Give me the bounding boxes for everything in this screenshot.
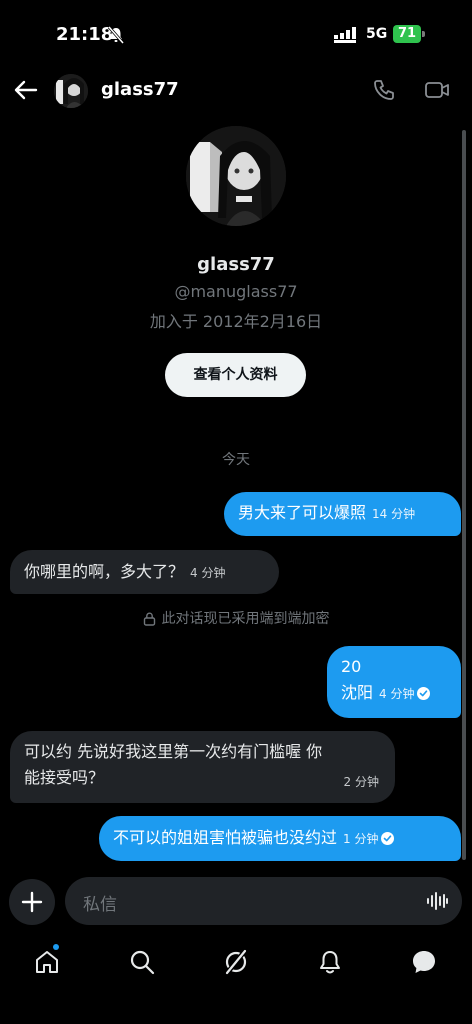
message-time: 1 分钟 (343, 831, 379, 846)
back-arrow-icon[interactable] (12, 76, 40, 104)
add-attachment-button[interactable] (9, 879, 55, 925)
view-profile-button[interactable]: 查看个人资料 (165, 353, 306, 397)
messages-icon[interactable] (410, 948, 438, 976)
scrollbar[interactable] (462, 130, 466, 860)
message-input[interactable]: 私信 (65, 877, 462, 925)
read-check-icon (417, 687, 431, 700)
avatar-image (186, 126, 286, 226)
avatar-image (54, 74, 88, 108)
status-time: 21:18 (56, 24, 114, 45)
message-time: 4 分钟 (379, 686, 415, 701)
message-text: 你哪里的啊，多大了？ (24, 562, 185, 581)
message-bubble-outgoing[interactable]: 不可以的姐姐害怕被骗也没约过 1 分钟 (99, 816, 461, 861)
message-text-line: 能接受吗？ (24, 768, 105, 787)
read-check-icon (381, 832, 395, 845)
message-bubble-incoming[interactable]: 你哪里的啊，多大了？ 4 分钟 (10, 550, 279, 594)
message-time: 4 分钟 (190, 565, 226, 580)
header-avatar[interactable] (54, 74, 88, 108)
message-bubble-outgoing[interactable]: 20 沈阳 4 分钟 (327, 646, 461, 718)
message-text: 不可以的姐姐害怕被骗也没约过 (113, 828, 338, 847)
message-bubble-outgoing[interactable]: 男大来了可以爆照 14 分钟 (224, 492, 461, 536)
message-text-line: 可以约 先说好我这里第一次约有门槛喔 你 (24, 742, 323, 761)
voice-waveform-icon[interactable] (426, 891, 448, 911)
battery-level: 71 (397, 26, 417, 41)
message-time: 14 分钟 (372, 506, 416, 521)
lock-icon (143, 612, 155, 626)
home-notification-dot (53, 944, 59, 950)
profile-joined-date: 加入于 2012年2月16日 (149, 312, 323, 331)
battery-tip (422, 31, 425, 37)
message-text: 男大来了可以爆照 (238, 503, 367, 522)
status-bar: 21:18 5G 71 (0, 0, 472, 70)
notifications-icon[interactable] (316, 948, 344, 976)
encryption-notice: 此对话现已采用端到端加密 (0, 608, 472, 628)
message-input-placeholder: 私信 (83, 895, 117, 915)
header-username[interactable]: glass77 (101, 79, 179, 100)
home-icon[interactable] (33, 948, 61, 976)
message-text-line: 20 (341, 657, 362, 676)
signal-icon (334, 27, 356, 43)
profile-name: glass77 (197, 254, 275, 275)
message-time: 2 分钟 (343, 775, 379, 789)
search-icon[interactable] (128, 948, 156, 976)
profile-handle: @manuglass77 (174, 282, 298, 301)
encryption-notice-text: 此对话现已采用端到端加密 (161, 611, 330, 627)
network-type: 5G (366, 26, 388, 42)
profile-avatar[interactable] (186, 126, 286, 226)
battery-icon: 71 (393, 25, 421, 43)
grok-icon[interactable] (222, 948, 250, 976)
day-separator: 今天 (222, 452, 250, 468)
message-bubble-incoming[interactable]: 可以约 先说好我这里第一次约有门槛喔 你 能接受吗？ 2 分钟 (10, 731, 395, 803)
plus-icon (21, 891, 43, 913)
message-text-line: 沈阳 (341, 683, 374, 702)
bottom-navigation (0, 940, 472, 984)
conversation-header: glass77 (0, 66, 472, 114)
phone-icon[interactable] (372, 78, 396, 102)
bell-muted-icon (108, 26, 124, 44)
video-call-icon[interactable] (424, 78, 450, 102)
